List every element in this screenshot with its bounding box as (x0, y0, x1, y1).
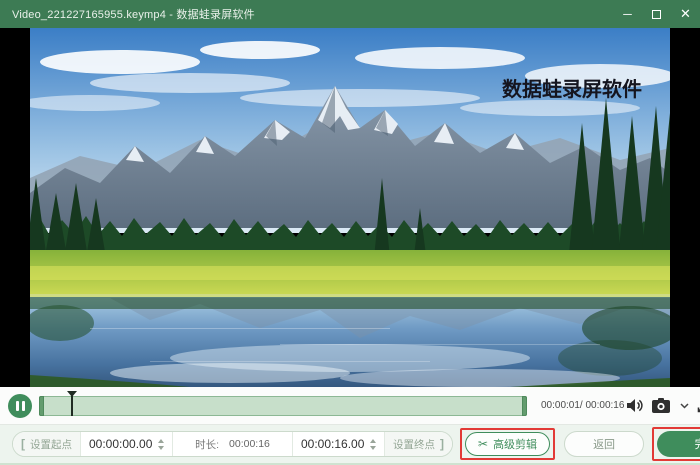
trim-start-handle[interactable] (39, 396, 44, 416)
minimize-button[interactable]: ─ (613, 0, 642, 28)
video-frame: 数据蛙录屏软件 (30, 28, 670, 387)
lake (30, 297, 670, 387)
maximize-button[interactable] (642, 0, 671, 28)
done-highlight-box: 完成 (652, 427, 700, 461)
set-end-label: 设置终点 (393, 437, 435, 452)
fullscreen-button[interactable] (695, 396, 700, 415)
video-watermark: 数据蛙录屏软件 (502, 77, 642, 101)
titlebar: Video_221227165955.keymp4 - 数据蛙录屏软件 ─ ✕ (0, 0, 700, 28)
advanced-edit-highlight-box: ✂ 高级剪辑 (460, 428, 555, 460)
close-icon: ✕ (680, 6, 691, 22)
trim-end-handle[interactable] (522, 396, 527, 416)
done-button[interactable]: 完成 (657, 431, 700, 457)
end-time-input[interactable] (301, 437, 367, 451)
scissors-icon: ✂ (478, 438, 488, 450)
snapshot-button[interactable] (650, 396, 674, 415)
volume-icon (626, 398, 644, 413)
set-end-button[interactable]: 设置终点 ] (384, 432, 452, 456)
advanced-edit-label: 高级剪辑 (493, 436, 537, 452)
end-time-section (292, 432, 384, 456)
end-time-spinner (370, 439, 376, 450)
window-controls: ─ ✕ (613, 0, 700, 28)
start-time-input[interactable] (89, 437, 155, 451)
time-display: 00:00:01/ 00:00:16 (541, 400, 624, 411)
minimize-icon: ─ (623, 7, 632, 21)
trim-settings-group: [ 设置起点 时长: 00:00:16 (12, 431, 453, 457)
app-window: Video_221227165955.keymp4 - 数据蛙录屏软件 ─ ✕ (0, 0, 700, 465)
chevron-down-icon (680, 403, 689, 409)
maximize-icon (652, 10, 661, 19)
set-start-button[interactable]: [ 设置起点 (13, 432, 80, 456)
trim-toolbar: [ 设置起点 时长: 00:00:16 (0, 425, 700, 465)
playhead[interactable] (71, 396, 73, 416)
pause-button[interactable] (8, 394, 32, 418)
meadow (30, 250, 670, 298)
duration-label: 时长: (195, 437, 219, 452)
back-button[interactable]: 返回 (564, 431, 644, 457)
spinner-up-icon[interactable] (158, 439, 164, 443)
playback-icons (624, 396, 700, 415)
end-bracket-icon: ] (440, 437, 444, 451)
spinner-down-icon[interactable] (370, 446, 376, 450)
volume-button[interactable] (624, 396, 646, 415)
playback-bar: 00:00:01/ 00:00:16 (0, 387, 700, 425)
start-time-spinner (158, 439, 164, 450)
window-title: Video_221227165955.keymp4 - 数据蛙录屏软件 (0, 6, 613, 22)
spinner-down-icon[interactable] (158, 446, 164, 450)
start-bracket-icon: [ (21, 437, 25, 451)
duration-value: 00:00:16 (229, 438, 270, 450)
set-start-label: 设置起点 (30, 437, 72, 452)
video-stage[interactable]: 数据蛙录屏软件 (0, 28, 700, 387)
camera-icon (652, 398, 672, 413)
duration-section: 时长: 00:00:16 (172, 432, 292, 456)
advanced-edit-button[interactable]: ✂ 高级剪辑 (465, 432, 550, 456)
pause-icon (16, 401, 19, 411)
close-button[interactable]: ✕ (671, 0, 700, 28)
snapshot-dropdown-button[interactable] (678, 401, 691, 411)
spinner-up-icon[interactable] (370, 439, 376, 443)
start-time-section (80, 432, 172, 456)
seek-bar[interactable] (39, 396, 527, 416)
